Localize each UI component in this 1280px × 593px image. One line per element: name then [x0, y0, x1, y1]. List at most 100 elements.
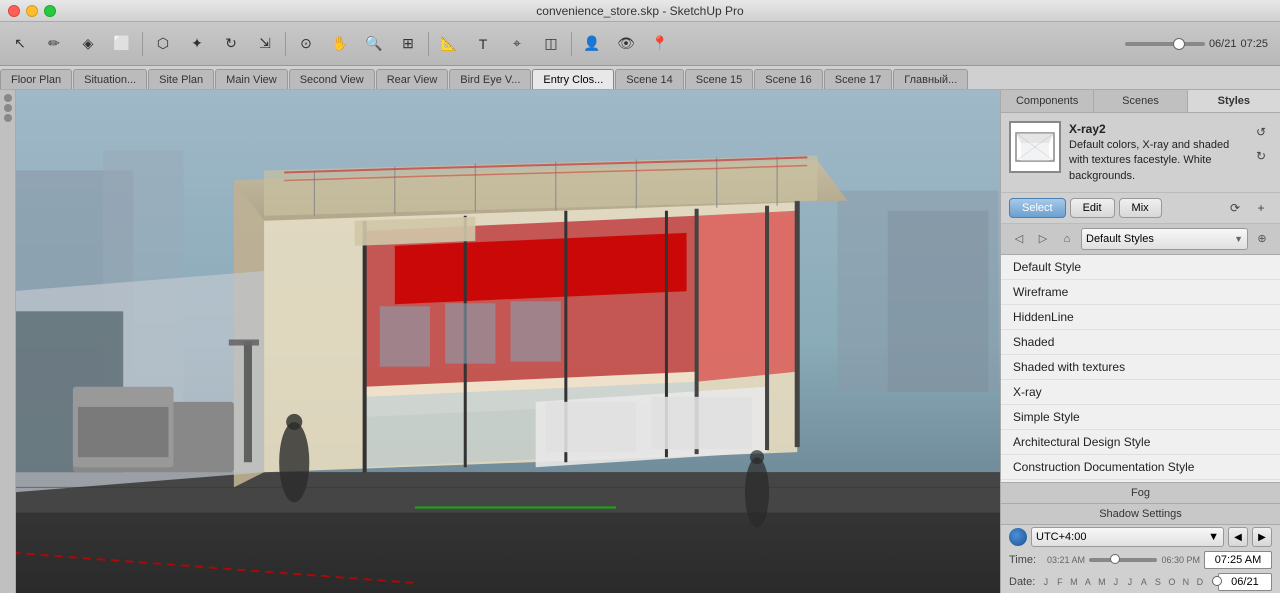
month-D: D	[1194, 577, 1206, 587]
titlebar: convenience_store.skp - SketchUp Pro	[0, 0, 1280, 22]
style-item-0[interactable]: Default Style	[1001, 255, 1280, 280]
undo-icon[interactable]: ↺	[1250, 121, 1272, 143]
globe-icon	[1009, 528, 1027, 546]
tab-components[interactable]: Components	[1001, 90, 1094, 112]
tab-rear-view[interactable]: Rear View	[376, 69, 449, 89]
month-A: A	[1082, 577, 1094, 587]
pan-btn[interactable]: ✋	[324, 28, 356, 60]
tab-main-view[interactable]: Main View	[215, 69, 288, 89]
orbit-btn[interactable]: ⊙	[290, 28, 322, 60]
tab-main-russian[interactable]: Главный...	[893, 69, 968, 89]
move-btn[interactable]: ✦	[181, 28, 213, 60]
style-item-3[interactable]: Shaded	[1001, 330, 1280, 355]
shadow-settings-button[interactable]: Shadow Settings	[1001, 504, 1280, 525]
time-right: 07:25	[1240, 38, 1268, 50]
time-slider[interactable]	[1089, 558, 1157, 562]
timezone-value: UTC+4:00	[1036, 531, 1086, 543]
tab-scene-14[interactable]: Scene 14	[615, 69, 683, 89]
paint-tool-btn[interactable]: ✏	[38, 28, 70, 60]
axes-btn[interactable]: ⌖	[501, 28, 533, 60]
fog-button[interactable]: Fog	[1001, 483, 1280, 504]
right-panel: Components Scenes Styles	[1000, 90, 1280, 593]
zoom-extents-btn[interactable]: ⊞	[392, 28, 424, 60]
mix-button[interactable]: Mix	[1119, 198, 1162, 218]
date-value: 06/21	[1218, 573, 1272, 591]
style-item-4[interactable]: Shaded with textures	[1001, 355, 1280, 380]
separator-4	[571, 32, 572, 56]
scale-btn[interactable]: ⇲	[249, 28, 281, 60]
tab-scene-15[interactable]: Scene 15	[685, 69, 753, 89]
style-item-6[interactable]: Simple Style	[1001, 405, 1280, 430]
tab-entry-close[interactable]: Entry Clos...	[532, 69, 614, 89]
forward-icon[interactable]: ▷	[1033, 229, 1053, 249]
left-panel-icons	[0, 90, 16, 593]
month-O: O	[1166, 577, 1178, 587]
measure-btn[interactable]: 📐	[433, 28, 465, 60]
rectangle-tool-btn[interactable]: ⬜	[106, 28, 138, 60]
time-left: 06/21	[1209, 38, 1237, 50]
scene-view	[16, 90, 1000, 593]
style-item-8[interactable]: Construction Documentation Style	[1001, 455, 1280, 480]
tab-scene-16[interactable]: Scene 16	[754, 69, 822, 89]
add-library-icon[interactable]: ⊕	[1252, 229, 1272, 249]
select-tool-btn[interactable]: ↖	[4, 28, 36, 60]
close-button[interactable]	[8, 5, 20, 17]
timezone-increase-btn[interactable]: ▶	[1252, 527, 1272, 547]
tab-scene-17[interactable]: Scene 17	[824, 69, 892, 89]
traffic-lights	[8, 5, 56, 17]
time-label: Time:	[1009, 554, 1043, 566]
tab-situation[interactable]: Situation...	[73, 69, 147, 89]
style-actions: Select Edit Mix ⟳ +	[1001, 193, 1280, 224]
separator-1	[142, 32, 143, 56]
home-icon[interactable]: ⌂	[1057, 229, 1077, 249]
timezone-decrease-btn[interactable]: ◀	[1228, 527, 1248, 547]
window-title: convenience_store.skp - SketchUp Pro	[536, 4, 743, 18]
styles-dropdown[interactable]: Default Styles ▼	[1081, 228, 1248, 250]
panel-tabs: Components Scenes Styles	[1001, 90, 1280, 113]
tab-site-plan[interactable]: Site Plan	[148, 69, 214, 89]
time-row: Time: 03:21 AM 06:30 PM 07:25 AM	[1001, 549, 1280, 571]
month-J: J	[1040, 577, 1052, 587]
style-item-2[interactable]: HiddenLine	[1001, 305, 1280, 330]
select-button[interactable]: Select	[1009, 198, 1066, 218]
time-value: 07:25 AM	[1204, 551, 1272, 569]
position-btn[interactable]: 📍	[644, 28, 676, 60]
minimize-button[interactable]	[26, 5, 38, 17]
month-S: S	[1152, 577, 1164, 587]
lookaround-btn[interactable]: 👁	[610, 28, 642, 60]
text-btn[interactable]: T	[467, 28, 499, 60]
style-item-5[interactable]: X-ray	[1001, 380, 1280, 405]
viewport[interactable]	[16, 90, 1000, 593]
tab-scenes[interactable]: Scenes	[1094, 90, 1187, 112]
main-area: Components Scenes Styles	[0, 90, 1280, 593]
zoom-btn[interactable]: 🔍	[358, 28, 390, 60]
tab-floor-plan[interactable]: Floor Plan	[0, 69, 72, 89]
left-icon-1	[4, 94, 12, 102]
edit-button[interactable]: Edit	[1070, 198, 1115, 218]
back-icon[interactable]: ◁	[1009, 229, 1029, 249]
month-N: N	[1180, 577, 1192, 587]
refresh-icon[interactable]: ⟳	[1224, 197, 1246, 219]
playback-slider[interactable]	[1125, 42, 1205, 46]
tab-bird-eye[interactable]: Bird Eye V...	[449, 69, 531, 89]
style-description: Default colors, X-ray and shaded with te…	[1069, 138, 1238, 184]
push-pull-btn[interactable]: ⬡	[147, 28, 179, 60]
walk-btn[interactable]: 👤	[576, 28, 608, 60]
section-btn[interactable]: ◫	[535, 28, 567, 60]
eraser-tool-btn[interactable]: ◈	[72, 28, 104, 60]
style-item-7[interactable]: Architectural Design Style	[1001, 430, 1280, 455]
rotate-btn[interactable]: ↻	[215, 28, 247, 60]
dropdown-value: Default Styles	[1086, 233, 1154, 245]
new-style-icon[interactable]: +	[1250, 197, 1272, 219]
month-M: M	[1068, 577, 1080, 587]
style-item-1[interactable]: Wireframe	[1001, 280, 1280, 305]
redo-icon[interactable]: ↻	[1250, 145, 1272, 167]
timezone-dropdown[interactable]: UTC+4:00 ▼	[1031, 527, 1224, 547]
tab-second-view[interactable]: Second View	[289, 69, 375, 89]
month-J: J	[1110, 577, 1122, 587]
tab-styles[interactable]: Styles	[1188, 90, 1280, 112]
scene-tabs: Floor Plan Situation... Site Plan Main V…	[0, 66, 1280, 90]
separator-2	[285, 32, 286, 56]
month-M: M	[1096, 577, 1108, 587]
maximize-button[interactable]	[44, 5, 56, 17]
